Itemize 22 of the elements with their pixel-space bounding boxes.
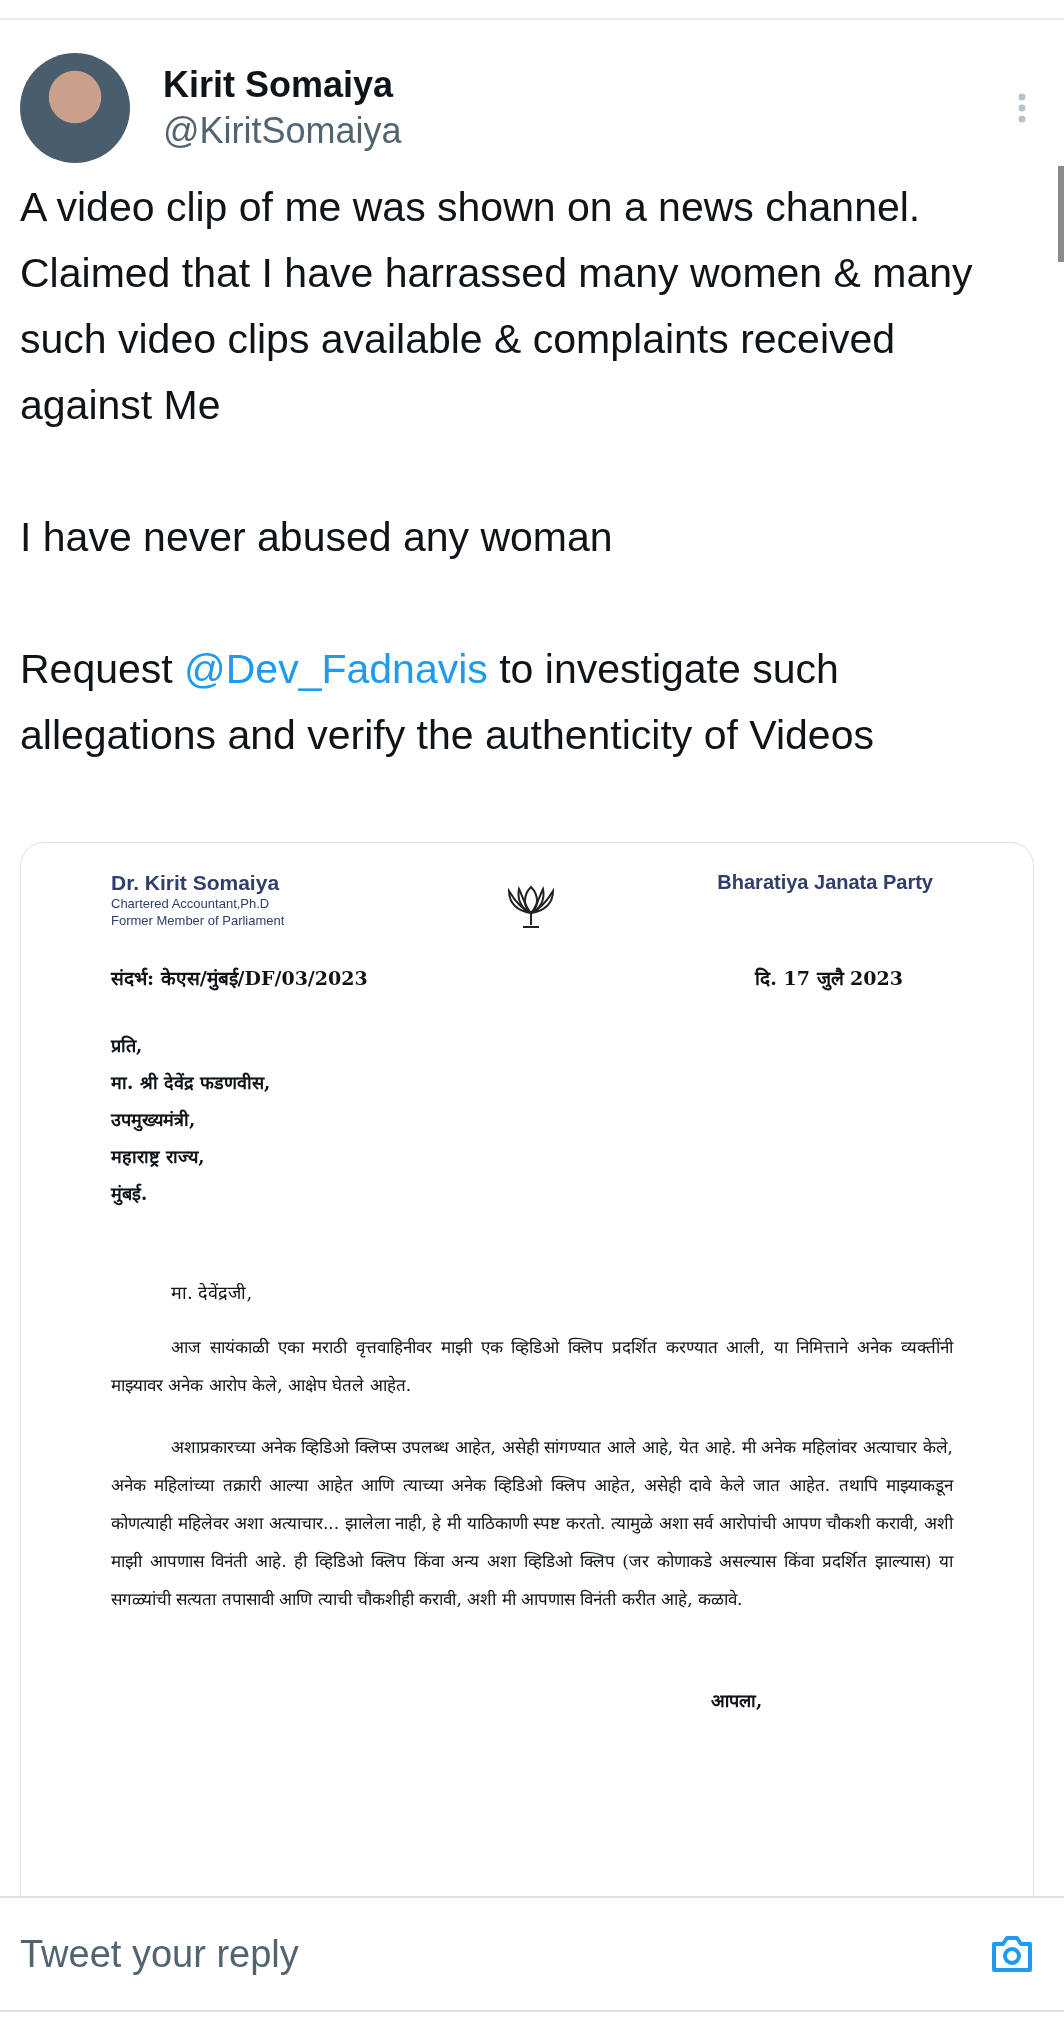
closing: आपला,: [711, 1689, 764, 1712]
reference-number: संदर्भ: केएस/मुंबई/DF/03/2023: [111, 966, 368, 991]
salutation: मा. देवेंद्रजी,: [171, 1281, 254, 1304]
sender-title: Chartered Accountant,Ph.D: [111, 895, 271, 912]
sender-title: Former Member of Parliament: [111, 912, 285, 929]
letter-date: दि. 17 जुलै 2023: [755, 966, 903, 991]
tweet-paragraph: Request @Dev_Fadnavis to investigate such allegations and verify the authenticity of Videos: [20, 645, 875, 760]
tweet-paragraph: I have never abused any woman: [20, 513, 614, 562]
camera-icon[interactable]: [990, 1934, 1034, 1974]
tweet-paragraph: A video clip of me was shown on a news channel. Claimed that I have harrassed many women & many such video clips available & complaints received against Me: [20, 183, 974, 430]
letter-paragraph: अशाप्रकारच्या अनेक व्हिडिओ क्लिप्स उपलब्ध आहेत, असेही सांगण्यात आले आहे, येत आहे. मी अनेक महिलांवर अत्याचार केले, अनेक महिलांच्या तक्रारी आल्या आहेत आणि त्याच्या अनेक व्हिडिओ क्लिप आहेत, असेही दावे केले जात आहेत. तथापि माझ्याकडून कोणत्याही महिलेवर अशा अत्याचार... झालेला नाही, हे मी याठिकाणी स्पष्ट करतो. त्यामुळे अशा सर्व आरोपांची आपण चौकशी करावी, अशी माझी आपणास विनंती आहे. ही व्हिडिओ क्लिप किंवा अन्य अशा व्हिडिओ क्लिप (जर कोणाकडे असल्यास किंवा प्रदर्शित झाल्यास) या सगळ्यांची सत्यता तपासावी आणि त्याची चौकशीही करावी, अशी मी आपणास विनंती करीत आहे, कळावे.: [111, 1436, 953, 1611]
letter-paragraph: आज सायंकाळी एका मराठी वृत्तवाहिनीवर माझी एक व्हिडिओ क्लिप प्रदर्शित करण्यात आली, या निमित्ताने अनेक व्यक्तींनी माझ्यावर अनेक आरोप केले, आक्षेप घेतले आहेत.: [111, 1336, 953, 1397]
author-handle[interactable]: @KiritSomaiya: [163, 108, 1018, 154]
sender-name: Dr. Kirit Somaiya: [111, 871, 281, 895]
address-line: महाराष्ट्र राज्य,: [111, 1145, 206, 1169]
letter-document[interactable]: [20, 842, 1034, 1896]
address-line: उपमुख्यमंत्री,: [111, 1108, 197, 1134]
address-line: प्रति,: [111, 1034, 144, 1058]
party-name: Bharatiya Janata Party: [717, 871, 933, 894]
address-line: मुंबई.: [111, 1182, 149, 1208]
address-line: मा. श्री देवेंद्र फडणवीस,: [111, 1071, 272, 1095]
author-name[interactable]: Kirit Somaiya: [163, 62, 1018, 108]
